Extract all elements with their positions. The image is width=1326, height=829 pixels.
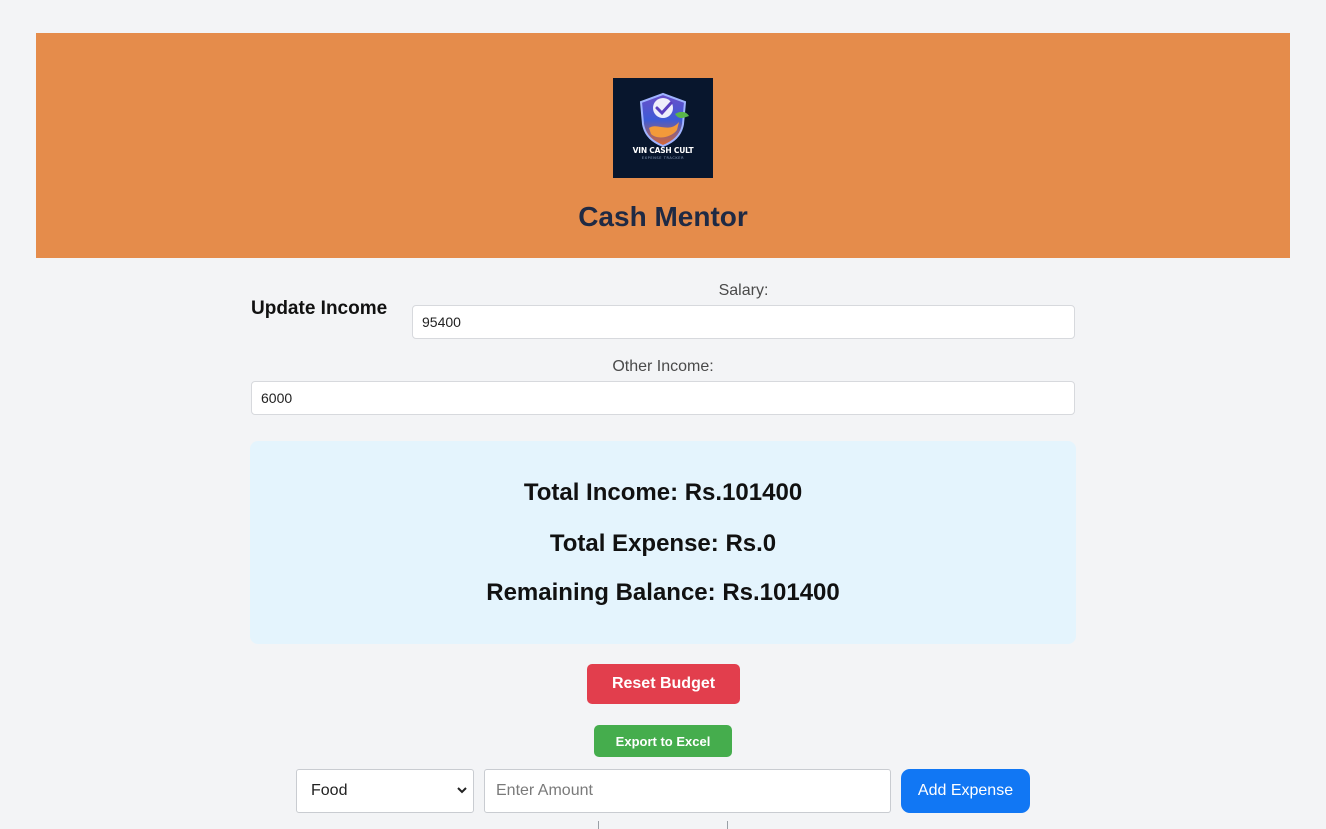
next-section-edge [598, 821, 728, 829]
update-income-label: Update Income [251, 298, 388, 319]
app-header: VIN CASH CULT EXPENSE TRACKER Cash Mento… [36, 33, 1290, 258]
amount-input[interactable] [484, 769, 891, 813]
reset-budget-button[interactable]: Reset Budget [587, 664, 740, 704]
remaining-balance: Remaining Balance: Rs.101400 [486, 579, 840, 606]
logo-brand-text: VIN CASH CULT [632, 146, 694, 155]
other-income-input[interactable] [251, 381, 1075, 415]
chevron-down-icon [457, 787, 467, 794]
salary-label: Salary: [718, 282, 769, 299]
app-logo: VIN CASH CULT EXPENSE TRACKER [613, 78, 713, 178]
app-title: Cash Mentor [578, 201, 748, 232]
export-excel-button[interactable]: Export to Excel [594, 725, 732, 757]
shield-check-icon [639, 92, 689, 148]
category-selected-value: Food [311, 782, 348, 799]
other-income-label: Other Income: [612, 358, 714, 375]
salary-input[interactable] [412, 305, 1075, 339]
category-select[interactable]: Food [296, 769, 474, 813]
logo-tagline: EXPENSE TRACKER [641, 156, 685, 160]
add-expense-button[interactable]: Add Expense [901, 769, 1030, 813]
budget-summary: Total Income: Rs.101400 Total Expense: R… [250, 441, 1076, 644]
total-income: Total Income: Rs.101400 [523, 479, 803, 506]
total-expense: Total Expense: Rs.0 [549, 530, 777, 557]
